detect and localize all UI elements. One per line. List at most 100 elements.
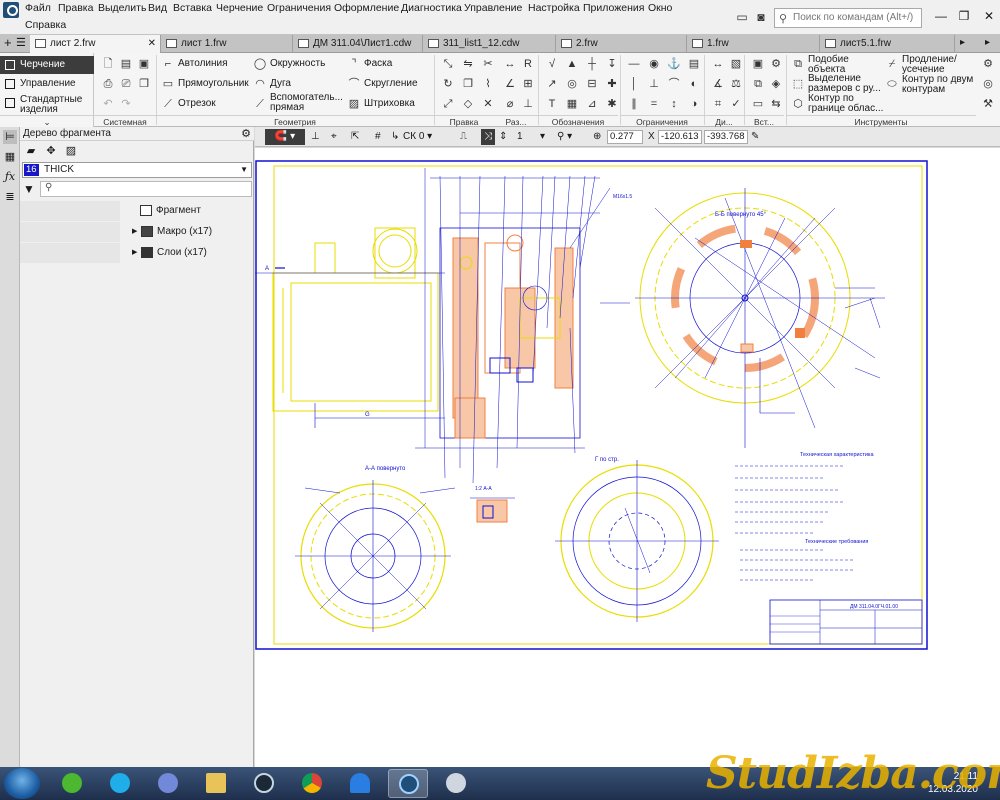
menu-manage[interactable]: Управление — [464, 1, 522, 15]
tab-311-list1-12[interactable]: 311_list1_12.cdw — [423, 35, 556, 53]
scale-icon[interactable]: ⤢ — [440, 96, 456, 112]
copy-icon[interactable]: ❐ — [136, 76, 152, 92]
ribbon-target-icon[interactable]: ◎ — [980, 76, 996, 92]
preview-icon[interactable]: ⎚ — [118, 76, 134, 92]
arc-label[interactable]: Дуга — [270, 78, 291, 90]
step-icon[interactable]: ⇕ — [499, 129, 507, 145]
menu-window[interactable]: Окно — [648, 1, 672, 15]
ribbon-tool-icon[interactable]: ⚒ — [980, 96, 996, 112]
tab-dm311[interactable]: ДМ 311.04\Лист1.cdw — [293, 35, 423, 53]
mode-standard-parts[interactable]: Стандартные изделия — [0, 94, 94, 115]
insert-view-icon[interactable]: ▭ — [750, 96, 766, 112]
zoom-icon[interactable]: ⚲ ▾ — [557, 129, 572, 145]
grid-icon[interactable]: # — [375, 129, 381, 145]
linear-dim-icon[interactable]: ↔ — [502, 56, 518, 72]
expand-arrow-icon[interactable]: ▶ — [132, 222, 137, 242]
rectangle-icon[interactable]: ▭ — [160, 76, 176, 92]
similarity-icon[interactable]: ⧉ — [790, 56, 806, 72]
trim-icon[interactable]: ✂ — [480, 56, 496, 72]
orthogonal-icon[interactable]: ⊥ — [311, 129, 320, 145]
tree-item-macro[interactable]: ▶ Макро (x17) — [20, 222, 254, 242]
constraint-list-icon[interactable]: ▤ — [686, 56, 702, 72]
two-contours-icon[interactable]: ⬭ — [884, 76, 900, 92]
layers-panel-icon[interactable]: ≣ — [3, 190, 17, 204]
mode-drawing[interactable]: Черчение — [0, 56, 94, 74]
utorrent-icon[interactable] — [52, 769, 92, 798]
rotate-icon[interactable]: ↻ — [440, 76, 456, 92]
segment-label[interactable]: Отрезок — [178, 98, 216, 110]
chamfer-icon[interactable]: ⌝ — [346, 56, 362, 72]
menu-insert[interactable]: Вставка — [173, 1, 212, 15]
move-icon[interactable]: ⤡ — [440, 56, 456, 72]
y-coordinate-field[interactable]: -393.768 — [704, 130, 748, 144]
kompas-icon[interactable] — [388, 769, 428, 798]
print-icon[interactable]: ⎙ — [100, 76, 116, 92]
rectangle-label[interactable]: Прямоугольник — [178, 78, 249, 90]
weld-icon[interactable]: ⊿ — [584, 96, 600, 112]
perpendicular-icon[interactable]: ⊥ — [646, 76, 662, 92]
tab-2frw[interactable]: 2.frw — [556, 35, 687, 53]
discord-icon[interactable] — [148, 769, 188, 798]
x-coordinate-field[interactable]: -120.613 — [658, 130, 702, 144]
restore-button[interactable]: ❐ — [955, 9, 973, 25]
round-icon[interactable]: ⎍ — [460, 129, 467, 145]
hatch-icon[interactable]: ▨ — [346, 96, 362, 112]
delete-icon[interactable]: ✕ — [480, 96, 496, 112]
coordinate-system-select[interactable]: СК 0 ▾ — [403, 129, 455, 145]
coordinate-system-icon[interactable]: ↳ — [391, 129, 399, 145]
segment-icon[interactable]: ⟋ — [160, 96, 176, 112]
fillet-icon[interactable]: ⌒ — [346, 76, 362, 92]
insert-image-icon[interactable]: ▣ — [750, 56, 766, 72]
insert-link-icon[interactable]: ⇆ — [768, 96, 784, 112]
vertical-icon[interactable]: │ — [626, 76, 642, 92]
tree-mode-icon[interactable]: ▰ — [24, 144, 38, 158]
command-search[interactable]: ⚲ Поиск по командам (Alt+/) — [774, 8, 922, 28]
tree-image-icon[interactable]: ▨ — [64, 144, 78, 158]
autoline-label[interactable]: Автолиния — [178, 58, 228, 70]
tab-overflow-icon[interactable]: ▸ — [960, 34, 965, 52]
chamfer-label[interactable]: Фаска — [364, 58, 392, 70]
extend-trim-label[interactable]: Продление/ усечение — [902, 55, 972, 75]
two-contours-label[interactable]: Контур по двум контурам — [902, 75, 974, 95]
layer-select[interactable]: 16 THICK ▼ — [22, 162, 252, 178]
symmetry-icon[interactable]: ⇋ — [460, 56, 476, 72]
tree-search-input[interactable]: ⚲ — [40, 181, 252, 197]
construction-line-icon[interactable]: ⟋ — [252, 96, 268, 112]
skype-icon[interactable] — [100, 769, 140, 798]
menu-apps[interactable]: Приложения — [583, 1, 644, 15]
insert-fragment-icon[interactable]: ⧉ — [750, 76, 766, 92]
expand-arrow-icon[interactable]: ▶ — [132, 243, 137, 263]
drawing-canvas[interactable]: А G М16х1.5 Б-Б повернуто 45° А-А поверн… — [255, 148, 1000, 767]
roughness-icon[interactable]: √ — [544, 56, 560, 72]
tab-scroll-right-icon[interactable]: ▸ — [985, 34, 990, 52]
menu-help[interactable]: Справка — [25, 18, 66, 32]
eyedropper-icon[interactable]: ✎ — [751, 129, 759, 145]
view-arrow-icon[interactable]: ↧ — [604, 56, 620, 72]
similarity-label[interactable]: Подобие объекта — [808, 55, 880, 75]
tree-item-fragment[interactable]: Фрагмент — [20, 201, 254, 221]
mark-icon[interactable]: ✱ — [604, 96, 620, 112]
measure-mass-icon[interactable]: ⚖ — [728, 76, 744, 92]
table-icon[interactable]: ▦ — [564, 96, 580, 112]
open-folder-icon[interactable]: ▤ — [118, 56, 134, 72]
menu-file[interactable]: Файл — [25, 1, 51, 15]
save-icon[interactable]: ▣ — [136, 56, 152, 72]
menu-drawing[interactable]: Черчение — [216, 1, 263, 15]
auto-dim-icon[interactable]: ⊞ — [520, 76, 536, 92]
base-icon[interactable]: ▲ — [564, 56, 580, 72]
measure-angle-icon[interactable]: ∡ — [710, 76, 726, 92]
close-tab-icon[interactable]: ✕ — [148, 35, 156, 52]
app-logo-icon[interactable] — [3, 2, 19, 18]
menu-view[interactable]: Вид — [148, 1, 167, 15]
tab-list5-1[interactable]: лист5.1.frw — [820, 35, 955, 53]
parameters-panel-icon[interactable]: ▦ — [3, 150, 17, 164]
cut-line-icon[interactable]: ✚ — [604, 76, 620, 92]
panel-icon[interactable]: ▭ — [734, 9, 750, 25]
mode-manage[interactable]: Управление — [0, 75, 94, 93]
copy-icon[interactable]: ❐ — [460, 76, 476, 92]
break-icon[interactable]: ⌇ — [480, 76, 496, 92]
menu-edit[interactable]: Правка — [58, 1, 93, 15]
hatch-label[interactable]: Штриховка — [364, 98, 415, 110]
pinned-app-icon[interactable] — [436, 769, 476, 798]
autoline-icon[interactable]: ⌐ — [160, 56, 176, 72]
